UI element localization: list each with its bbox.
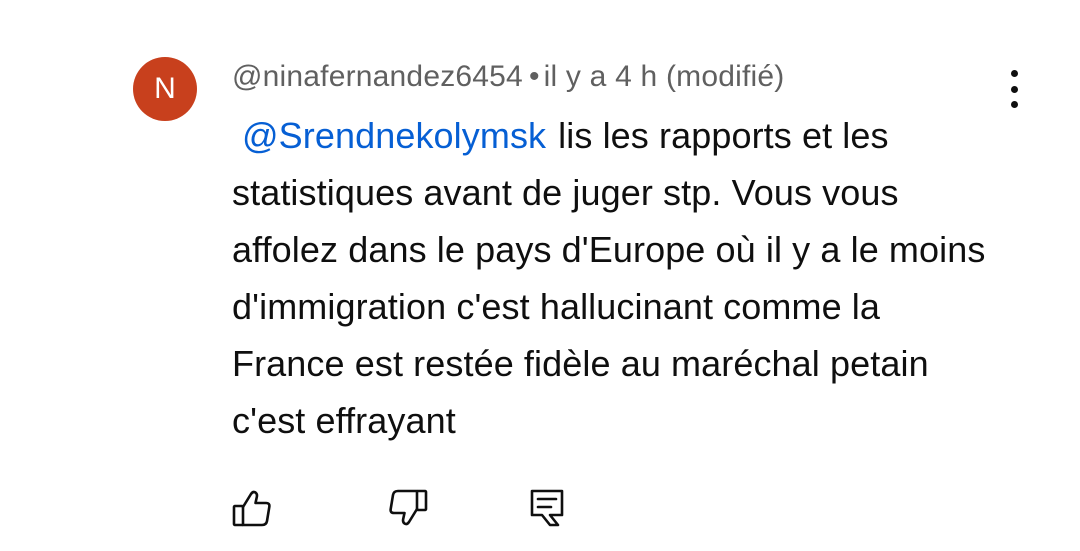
mention-link[interactable]: @Srendnekolymsk xyxy=(242,115,546,156)
avatar[interactable]: N xyxy=(133,57,197,121)
meta-separator: • xyxy=(528,60,540,93)
dislike-button[interactable] xyxy=(386,486,430,530)
comment-reply-icon xyxy=(530,489,564,527)
comment-header: @ninafernandez6454 • il y a 4 h (modifié) xyxy=(232,60,784,94)
like-button[interactable] xyxy=(230,486,274,530)
comment-body: @Srendnekolymsk lis les rapports et les s… xyxy=(232,107,992,449)
edited-label: (modifié) xyxy=(665,60,785,93)
reply-button[interactable] xyxy=(526,486,570,530)
timestamp[interactable]: il y a 4 h xyxy=(544,60,658,93)
comment-text: lis les rapports et les statistiques ava… xyxy=(232,115,986,441)
more-vert-icon xyxy=(1010,70,1018,77)
thumb-up-icon xyxy=(232,490,271,527)
author-name[interactable]: @ninafernandez6454 xyxy=(232,60,523,93)
avatar-letter: N xyxy=(154,72,176,105)
comment-thread: N @ninafernandez6454 • il y a 4 h (modifié… xyxy=(0,0,1080,551)
more-vert-icon-dot xyxy=(1010,101,1018,108)
more-vert-icon-dot xyxy=(1010,85,1018,93)
thumb-down-icon xyxy=(389,489,428,526)
more-actions-button[interactable] xyxy=(994,66,1034,112)
